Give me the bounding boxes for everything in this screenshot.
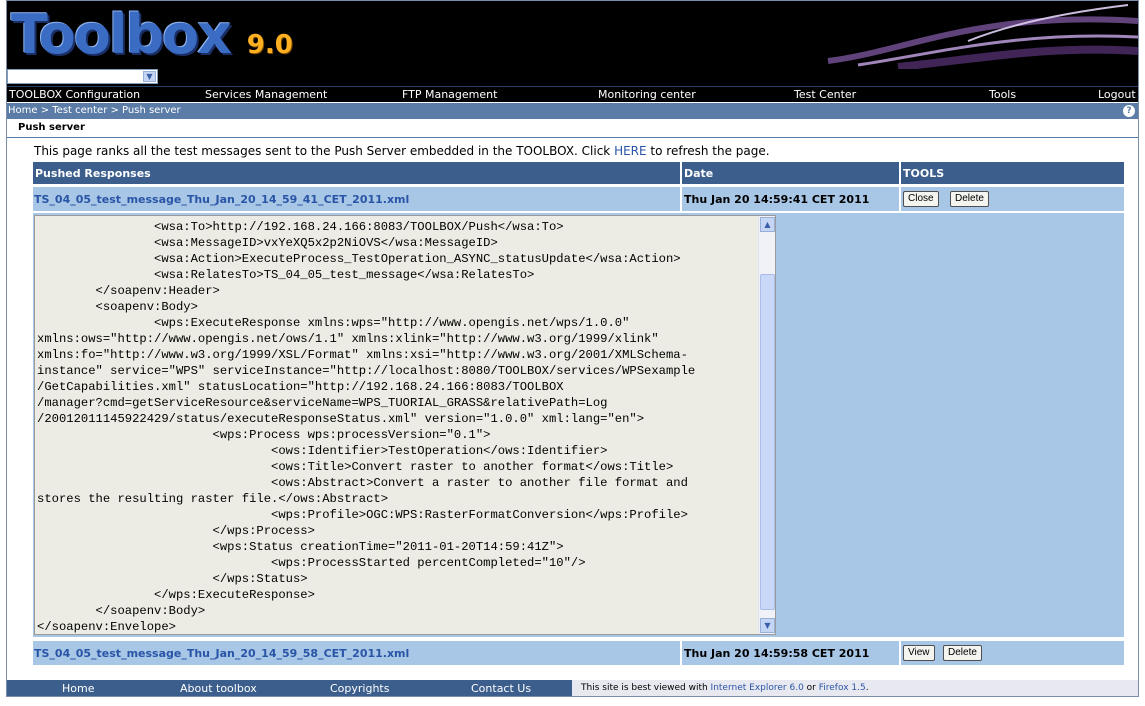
- header-date: Date: [682, 162, 899, 184]
- header-pushed-responses: Pushed Responses: [33, 162, 680, 184]
- note-before: This site is best viewed with: [581, 683, 711, 693]
- project-select[interactable]: ▼: [7, 69, 158, 84]
- intro-text: This page ranks all the test messages se…: [34, 144, 770, 158]
- delete-button[interactable]: Delete: [943, 645, 982, 661]
- footer-about-link[interactable]: About toolbox: [180, 682, 257, 695]
- menu-logout[interactable]: Logout: [1098, 88, 1136, 101]
- menu-test-center[interactable]: Test Center: [794, 88, 856, 101]
- note-after: .: [865, 683, 869, 693]
- xml-content: <wsa:To>http://192.168.24.166:8083/TOOLB…: [37, 220, 696, 634]
- close-button[interactable]: Close: [903, 191, 939, 207]
- response-file-link[interactable]: TS_04_05_test_message_Thu_Jan_20_14_59_4…: [34, 193, 409, 206]
- header-tools: TOOLS: [901, 162, 1124, 184]
- xml-viewer-row: <wsa:To>http://192.168.24.166:8083/TOOLB…: [33, 213, 1124, 637]
- header-banner: Toolbox 9.0: [7, 1, 1138, 69]
- table-row-tools: View Delete: [901, 641, 1124, 665]
- main-menu: TOOLBOX Configuration Services Managemen…: [7, 86, 1138, 102]
- table-row-date: Thu Jan 20 14:59:58 CET 2011: [682, 641, 899, 665]
- scroll-thumb[interactable]: [760, 274, 775, 610]
- breadcrumb[interactable]: Home > Test center > Push server: [8, 105, 181, 116]
- intro-before: This page ranks all the test messages se…: [34, 144, 615, 158]
- footer: Home About toolbox Copyrights Contact Us…: [7, 680, 1138, 696]
- page-title: Push server: [18, 122, 85, 133]
- table-row: TS_04_05_test_message_Thu_Jan_20_14_59_4…: [33, 187, 680, 211]
- refresh-link[interactable]: HERE: [614, 144, 647, 158]
- menu-services-management[interactable]: Services Management: [205, 88, 327, 101]
- response-date: Thu Jan 20 14:59:58 CET 2011: [684, 647, 870, 660]
- intro-after: to refresh the page.: [646, 144, 770, 158]
- xml-scrollbar[interactable]: ▲ ▼: [758, 216, 775, 634]
- toolbox-logo: Toolbox 9.0: [11, 3, 293, 66]
- footer-contact-link[interactable]: Contact Us: [471, 682, 531, 695]
- delete-button[interactable]: Delete: [950, 191, 989, 207]
- firefox-link[interactable]: Firefox 1.5: [819, 683, 866, 693]
- menu-ftp-management[interactable]: FTP Management: [402, 88, 497, 101]
- xml-textarea[interactable]: <wsa:To>http://192.168.24.166:8083/TOOLB…: [34, 215, 776, 635]
- decorative-swirl: [827, 4, 1138, 69]
- help-icon[interactable]: ?: [1123, 105, 1135, 117]
- note-mid: or: [803, 683, 819, 693]
- logo-version: 9.0: [246, 30, 293, 60]
- arrow-down-icon[interactable]: ▼: [760, 618, 775, 633]
- menu-tools[interactable]: Tools: [989, 88, 1016, 101]
- response-file-link[interactable]: TS_04_05_test_message_Thu_Jan_20_14_59_5…: [34, 647, 409, 660]
- view-button[interactable]: View: [903, 645, 935, 661]
- app-frame: Toolbox 9.0 ▼ TOOLBOX Configuration Serv…: [6, 0, 1139, 697]
- footer-home-link[interactable]: Home: [62, 682, 94, 695]
- table-row-date: Thu Jan 20 14:59:41 CET 2011: [682, 187, 899, 211]
- table-row-tools: Close Delete: [901, 187, 1124, 211]
- breadcrumb-bar: Home > Test center > Push server ?: [7, 103, 1138, 119]
- project-select-row: ▼: [7, 69, 1138, 86]
- page-title-bar: Push server: [7, 120, 1138, 138]
- footer-copyrights-link[interactable]: Copyrights: [330, 682, 389, 695]
- browser-note: This site is best viewed with Internet E…: [572, 680, 1138, 696]
- menu-toolbox-configuration[interactable]: TOOLBOX Configuration: [9, 88, 140, 101]
- table-row: TS_04_05_test_message_Thu_Jan_20_14_59_5…: [33, 641, 680, 665]
- menu-monitoring-center[interactable]: Monitoring center: [598, 88, 696, 101]
- ie-link[interactable]: Internet Explorer 6.0: [711, 683, 804, 693]
- logo-text: Toolbox: [11, 3, 232, 66]
- chevron-down-icon[interactable]: ▼: [143, 71, 156, 82]
- response-date: Thu Jan 20 14:59:41 CET 2011: [684, 193, 870, 206]
- arrow-up-icon[interactable]: ▲: [760, 217, 775, 232]
